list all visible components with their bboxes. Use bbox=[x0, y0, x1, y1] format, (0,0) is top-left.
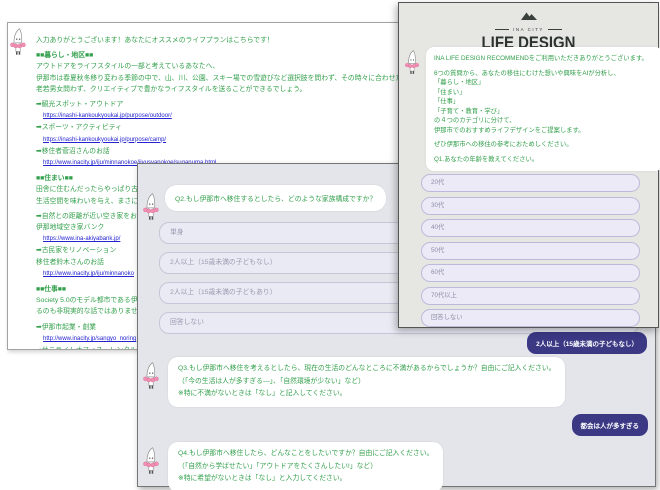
q1-option-button[interactable]: 20代 bbox=[421, 174, 640, 192]
panel-a-link[interactable]: http://www.inacity.jp/iju/minnanoko bbox=[43, 271, 134, 277]
intro-line: の４つのカテゴリに分けて、 bbox=[434, 116, 655, 126]
panel-a-line: https://inashi-kankoukyoukai.jp/purpose/… bbox=[36, 134, 408, 146]
user-reply-family: 2人以上（15歳未満の子どもなし） bbox=[527, 332, 647, 354]
screenshot-stage: 入力ありがとうございます！あなたにオススメのライフプランはこちらです！ ■■暮らし… bbox=[0, 0, 660, 490]
ina-city-mountain-icon bbox=[518, 11, 540, 21]
section-heading: ■■暮らし・地区■■ bbox=[36, 50, 408, 61]
panel-a-link[interactable]: https://inashi-kankoukyoukai.jp/purpose/… bbox=[43, 113, 172, 119]
intro-bubble: INA LIFE DESIGN RECOMMENDをご利用いただきありがとうござ… bbox=[426, 47, 660, 171]
q1-option-button[interactable]: 40代 bbox=[421, 219, 640, 237]
mascot-avatar-icon bbox=[404, 49, 421, 81]
q1-option-button[interactable]: 50代 bbox=[421, 242, 640, 260]
question3-line: Q3.もし伊那市へ移住を考えるとしたら、現在の生活のどんなところに不満があるから… bbox=[178, 363, 555, 376]
panel-a-link[interactable]: https://www.ina-akiyabank.jp/ bbox=[43, 236, 120, 242]
intro-line: 伊那市でのおすすめライフデザインをご提案します。 bbox=[434, 126, 655, 136]
intro-line: 「住まい」 bbox=[434, 88, 655, 98]
intro-line: 「仕事」 bbox=[434, 97, 655, 107]
question3-line: ※特に不満がないときは「なし」と記入してください。 bbox=[178, 388, 555, 401]
panel-a-link[interactable]: http://www.inacity.jp/sangyo_noring bbox=[43, 336, 136, 342]
intro-line: INA LIFE DESIGN RECOMMENDをご利用いただきありがとうござ… bbox=[434, 54, 655, 64]
panel-a-link[interactable]: https://inashi-kankoukyoukai.jp/purpose/… bbox=[43, 137, 166, 143]
question2-bubble: Q2.もし伊那市へ移住するとしたら、どのような家族構成ですか？ bbox=[165, 185, 386, 211]
mascot-avatar-icon bbox=[142, 446, 161, 481]
panel-a-line: アウトドアをライフスタイルの一部と考えているあなたへ、 bbox=[36, 61, 408, 72]
q1-option-button[interactable]: 60代 bbox=[421, 264, 640, 282]
mascot-avatar-icon bbox=[9, 27, 28, 62]
question3-bubble: Q3.もし伊那市へ移住を考えるとしたら、現在の生活のどんなところに不満があるから… bbox=[168, 357, 565, 407]
panel-a-line: ➡移住者菅沼さんのお話 bbox=[36, 146, 408, 157]
logo-dash-left bbox=[495, 29, 509, 30]
q1-option-button[interactable]: 70代以上 bbox=[421, 287, 640, 305]
question4-line: Q4.もし伊那市へ移住したら、どんなことをしたいですか？自由にご記入ください。 bbox=[178, 448, 433, 461]
question3-line: （「今の生活は人が多すぎる―」、「自然環境が少ない」など） bbox=[178, 376, 555, 389]
panel-a-line: 入力ありがとうございます！あなたにオススメのライフプランはこちらです！ bbox=[36, 35, 408, 46]
intro-line: 「子育て・教育・学び」 bbox=[434, 107, 655, 117]
q1-option-button[interactable]: 30代 bbox=[421, 197, 640, 215]
life-design-recommend-card: INA CITY LIFE DESIGN RECOMMENDED INA LIF… bbox=[398, 2, 659, 328]
panel-a-line: 伊那市は春夏秋冬移り変わる季節の中で、山、川、公園、スキー場での雪遊びなど選択肢… bbox=[36, 73, 408, 84]
intro-line: ぜひ伊那市への移住の参考におためしください。 bbox=[434, 140, 655, 150]
question1-options: 20代 30代 40代 50代 60代 70代以上回答しない bbox=[421, 174, 640, 332]
intro-line: 「暮らし・地区」 bbox=[434, 78, 655, 88]
intro-line: Q1.あなたの年齢を教えてください。 bbox=[434, 155, 655, 165]
panel-a-line: ➡スポーツ・アクティビティ bbox=[36, 122, 408, 133]
intro-line: 6つの質問から、あなたの移住にむけた想いや興味をAIが分析し、 bbox=[434, 69, 655, 79]
question4-bubble: Q4.もし伊那市へ移住したら、どんなことをしたいですか？自由にご記入ください。（… bbox=[168, 442, 443, 490]
q1-option-button[interactable]: 回答しない bbox=[421, 309, 640, 327]
panel-a-line: ➡観光スポット・アウトドア bbox=[36, 99, 408, 110]
question4-line: （「自然から学ばせたい」「アウトドアをたくさんしたい!」など） bbox=[178, 461, 433, 474]
mascot-avatar-icon bbox=[142, 361, 161, 396]
panel-a-line: 老若男女問わず、クリエイティブで豊かなライフスタイルを送ることができるでしょう。 bbox=[36, 84, 408, 95]
user-reply-complaint: 都会は人が多すぎる bbox=[572, 414, 649, 436]
panel-a-line: https://inashi-kankoukyoukai.jp/purpose/… bbox=[36, 110, 408, 122]
question4-line: ※特に希望がないときは「なし」と入力してください。 bbox=[178, 473, 433, 486]
logo-city-row: INA CITY bbox=[399, 27, 658, 32]
logo-city-text: INA CITY bbox=[513, 27, 544, 32]
logo-dash-right bbox=[548, 29, 562, 30]
